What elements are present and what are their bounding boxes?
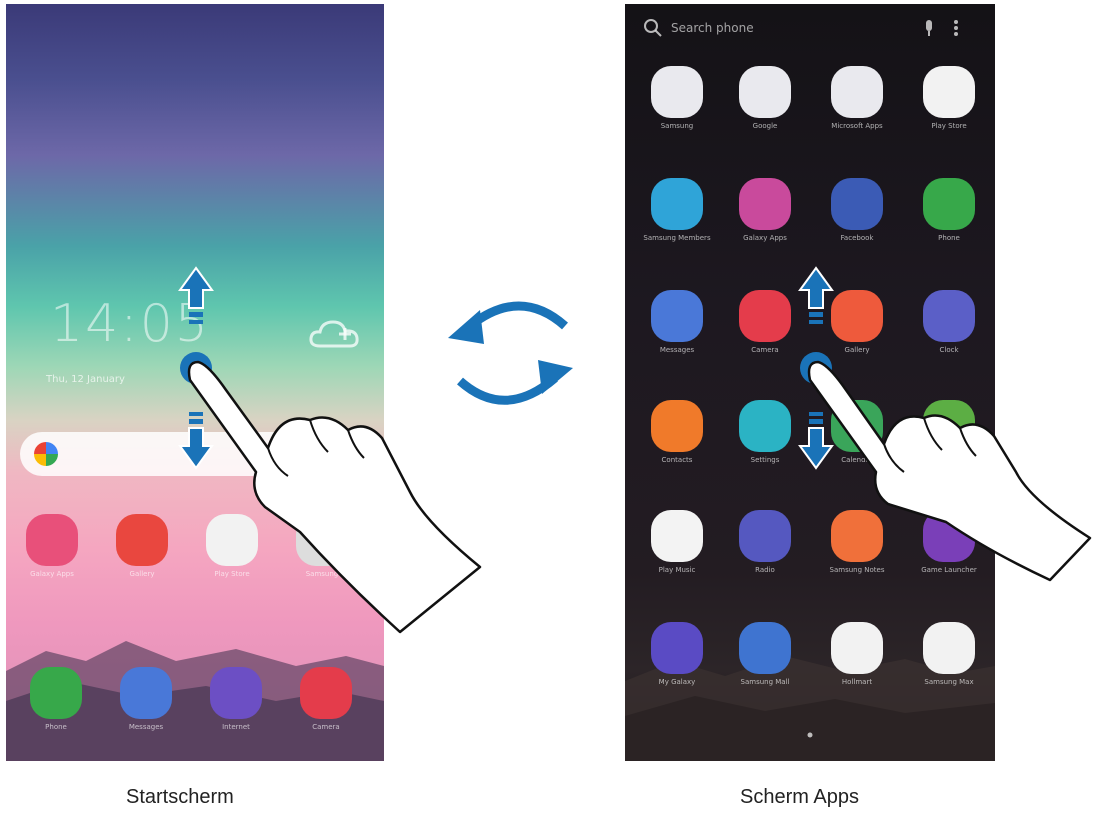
hand-pointer-icon [807, 360, 1092, 582]
swipe-up-arrow-icon [178, 266, 214, 324]
app-label: Play Store [931, 122, 967, 130]
galaxy-apps-icon[interactable] [739, 178, 791, 230]
radio-icon[interactable] [739, 510, 791, 562]
hand-pointer-icon [187, 360, 482, 634]
gallery-icon[interactable] [116, 514, 168, 566]
app-label: Galaxy Apps [743, 234, 787, 242]
app-label: Google [752, 122, 778, 130]
more-options-icon[interactable] [953, 19, 959, 37]
app-label: Camera [312, 723, 340, 731]
swipe-down-arrow-icon [798, 412, 834, 470]
date-label: Thu, 12 January [46, 374, 125, 385]
app-label: Galaxy Apps [30, 570, 74, 578]
play-store-icon[interactable] [923, 66, 975, 118]
search-icon [644, 19, 662, 37]
page-indicator [807, 732, 813, 738]
phone-icon[interactable] [30, 667, 82, 719]
app-label: Microsoft Apps [831, 122, 883, 130]
swipe-gesture-apps [798, 266, 1092, 582]
microphone-icon[interactable] [923, 19, 935, 37]
app-label: Phone [45, 723, 67, 731]
samsung-max-icon[interactable] [923, 622, 975, 674]
app-label: Messages [659, 346, 695, 354]
facebook-icon[interactable] [831, 178, 883, 230]
messages-icon[interactable] [120, 667, 172, 719]
camera-icon[interactable] [739, 290, 791, 342]
samsung-members-icon[interactable] [651, 178, 703, 230]
hollmart-icon[interactable] [831, 622, 883, 674]
search-bar[interactable]: Search phone [643, 14, 983, 44]
samsung-mall-icon[interactable] [739, 622, 791, 674]
app-label: Samsung Mall [740, 678, 790, 686]
phone-icon[interactable] [923, 178, 975, 230]
galaxy-apps-icon[interactable] [26, 514, 78, 566]
app-label: Contacts [661, 456, 693, 464]
app-label: Internet [222, 723, 250, 731]
swipe-up-arrow-icon [798, 266, 834, 324]
app-label: Samsung [660, 122, 694, 130]
messages-icon[interactable] [651, 290, 703, 342]
search-placeholder: Search phone [671, 21, 754, 35]
app-label: Hollmart [841, 678, 873, 686]
google-icon [34, 442, 58, 466]
app-label: Facebook [840, 234, 874, 242]
app-label: Phone [938, 234, 960, 242]
google-folder-icon[interactable] [739, 66, 791, 118]
app-label: Messages [128, 723, 164, 731]
caption-startscherm: Startscherm [126, 786, 234, 808]
app-label: Samsung Members [643, 234, 711, 242]
caption-scherm-apps: Scherm Apps [740, 786, 859, 808]
microsoft-folder-icon[interactable] [831, 66, 883, 118]
swipe-down-arrow-icon [178, 412, 214, 470]
contacts-icon[interactable] [651, 400, 703, 452]
samsung-folder-icon[interactable] [651, 66, 703, 118]
app-label: My Galaxy [658, 678, 696, 686]
app-label: Play Music [658, 566, 696, 574]
settings-icon[interactable] [739, 400, 791, 452]
app-label: Samsung Max [924, 678, 974, 686]
camera-icon[interactable] [300, 667, 352, 719]
my-galaxy-icon[interactable] [651, 622, 703, 674]
swipe-gesture-home [178, 266, 482, 634]
play-music-icon[interactable] [651, 510, 703, 562]
internet-icon[interactable] [210, 667, 262, 719]
